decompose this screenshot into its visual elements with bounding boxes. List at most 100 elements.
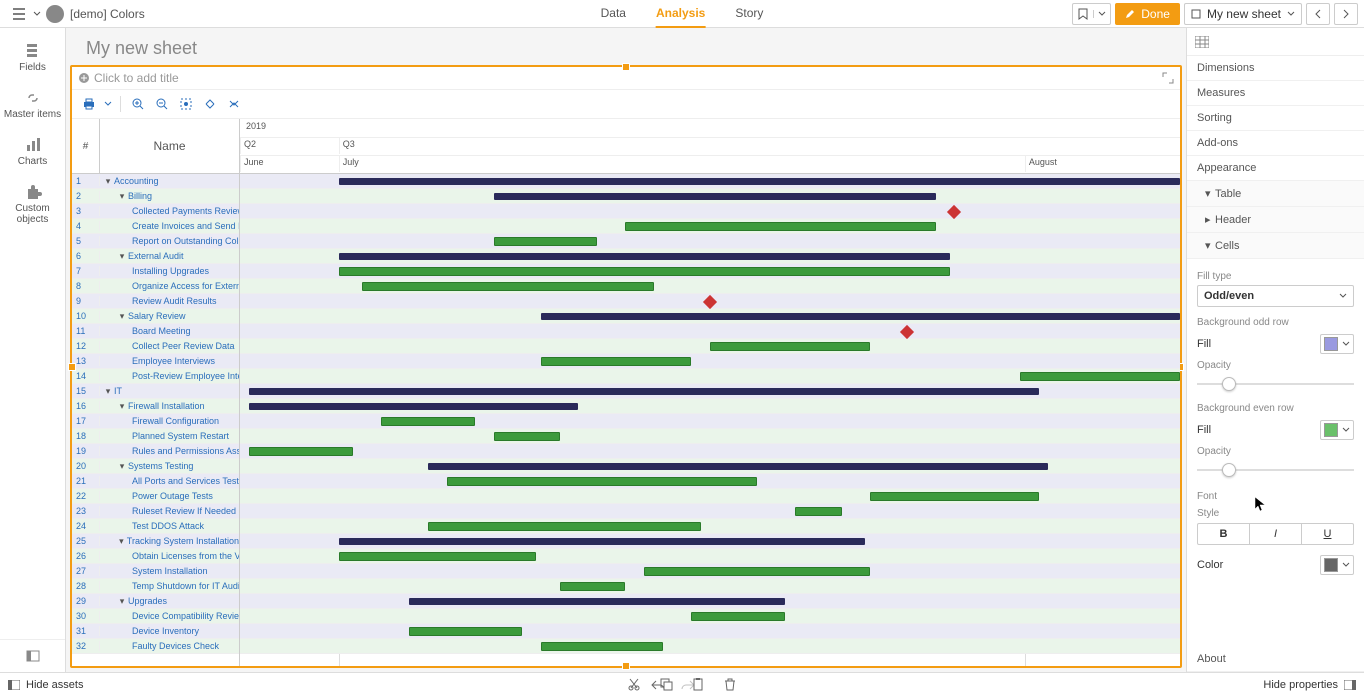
row-name[interactable]: Board Meeting: [100, 326, 239, 336]
table-row[interactable]: 1▾Accounting: [72, 174, 239, 189]
gantt-row[interactable]: [240, 264, 1180, 279]
row-name[interactable]: System Installation: [100, 566, 239, 576]
task-bar[interactable]: [362, 282, 653, 291]
table-row[interactable]: 22Power Outage Tests: [72, 489, 239, 504]
hide-assets-button[interactable]: Hide assets: [8, 679, 83, 691]
color-picker-even[interactable]: [1320, 420, 1354, 440]
row-name[interactable]: Rules and Permissions Assignment: [100, 446, 239, 456]
table-row[interactable]: 6▾External Audit: [72, 249, 239, 264]
row-name[interactable]: ▾Firewall Installation: [100, 401, 239, 412]
table-row[interactable]: 4Create Invoices and Send Dunning: [72, 219, 239, 234]
table-row[interactable]: 14Post-Review Employee Interviews: [72, 369, 239, 384]
task-bar[interactable]: [1020, 372, 1180, 381]
done-button[interactable]: Done: [1115, 3, 1180, 25]
next-sheet-button[interactable]: [1334, 3, 1358, 25]
table-row[interactable]: 20▾Systems Testing: [72, 459, 239, 474]
rail-custom-objects[interactable]: Custom objects: [0, 177, 65, 235]
gantt-row[interactable]: [240, 609, 1180, 624]
tree-toggle-icon[interactable]: ▾: [104, 386, 112, 397]
gantt-row[interactable]: [240, 444, 1180, 459]
collapse-all-button[interactable]: [223, 94, 245, 114]
gantt-row[interactable]: [240, 369, 1180, 384]
prev-sheet-button[interactable]: [1306, 3, 1330, 25]
table-row[interactable]: 13Employee Interviews: [72, 354, 239, 369]
table-row[interactable]: 26Obtain Licenses from the Vendor: [72, 549, 239, 564]
task-bar[interactable]: [447, 477, 757, 486]
table-row[interactable]: 29▾Upgrades: [72, 594, 239, 609]
gantt-row[interactable]: [240, 234, 1180, 249]
row-name[interactable]: ▾Tracking System Installation: [100, 536, 239, 547]
color-picker-font[interactable]: [1320, 555, 1354, 575]
row-name[interactable]: Post-Review Employee Interviews: [100, 371, 239, 381]
section-sorting[interactable]: Sorting: [1187, 106, 1364, 131]
underline-button[interactable]: U: [1302, 524, 1353, 544]
table-row[interactable]: 18Planned System Restart: [72, 429, 239, 444]
gantt-row[interactable]: [240, 624, 1180, 639]
table-row[interactable]: 10▾Salary Review: [72, 309, 239, 324]
table-row[interactable]: 5Report on Outstanding Collections: [72, 234, 239, 249]
table-row[interactable]: 31Device Inventory: [72, 624, 239, 639]
gantt-timeline[interactable]: 2019 Q2Q3 JuneJulyAugust: [240, 119, 1180, 666]
table-row[interactable]: 23Ruleset Review If Needed: [72, 504, 239, 519]
table-row[interactable]: 25▾Tracking System Installation: [72, 534, 239, 549]
section-measures[interactable]: Measures: [1187, 81, 1364, 106]
task-bar[interactable]: [541, 642, 663, 651]
section-dimensions[interactable]: Dimensions: [1187, 56, 1364, 81]
table-row[interactable]: 21All Ports and Services Testing: [72, 474, 239, 489]
slider-opacity-odd[interactable]: [1197, 375, 1354, 393]
copy-button[interactable]: [659, 677, 673, 691]
task-bar[interactable]: [541, 357, 691, 366]
row-name[interactable]: Device Inventory: [100, 626, 239, 636]
task-bar[interactable]: [710, 342, 870, 351]
row-name[interactable]: ▾Billing: [100, 191, 239, 202]
gantt-row[interactable]: [240, 594, 1180, 609]
tab-story[interactable]: Story: [735, 0, 763, 28]
row-name[interactable]: Test DDOS Attack: [100, 521, 239, 531]
cut-button[interactable]: [627, 677, 641, 691]
row-name[interactable]: Employee Interviews: [100, 356, 239, 366]
gantt-row[interactable]: [240, 204, 1180, 219]
table-mode-icon[interactable]: [1195, 36, 1209, 48]
menu-icon[interactable]: [7, 2, 31, 26]
gantt-row[interactable]: [240, 489, 1180, 504]
summary-bar[interactable]: [428, 463, 1048, 470]
gantt-row[interactable]: [240, 414, 1180, 429]
resize-handle-w[interactable]: [68, 363, 76, 371]
table-row[interactable]: 17Firewall Configuration: [72, 414, 239, 429]
rail-fields[interactable]: Fields: [0, 36, 65, 83]
gantt-row[interactable]: [240, 219, 1180, 234]
bold-button[interactable]: B: [1198, 524, 1250, 544]
task-bar[interactable]: [644, 567, 870, 576]
gantt-row[interactable]: [240, 309, 1180, 324]
row-name[interactable]: Installing Upgrades: [100, 266, 239, 276]
task-bar[interactable]: [381, 417, 475, 426]
row-name[interactable]: ▾Accounting: [100, 176, 239, 187]
table-row[interactable]: 15▾IT: [72, 384, 239, 399]
task-bar[interactable]: [339, 552, 536, 561]
summary-bar[interactable]: [339, 538, 865, 545]
rail-charts[interactable]: Charts: [0, 130, 65, 177]
gantt-row[interactable]: [240, 354, 1180, 369]
row-name[interactable]: Obtain Licenses from the Vendor: [100, 551, 239, 561]
gantt-row[interactable]: [240, 639, 1180, 654]
zoom-in-button[interactable]: [127, 94, 149, 114]
table-row[interactable]: 24Test DDOS Attack: [72, 519, 239, 534]
gantt-row[interactable]: [240, 564, 1180, 579]
tree-toggle-icon[interactable]: ▾: [118, 191, 126, 202]
rail-collapse-icon[interactable]: [21, 644, 45, 668]
row-name[interactable]: Ruleset Review If Needed: [100, 506, 239, 516]
slider-opacity-even[interactable]: [1197, 461, 1354, 479]
col-head-name[interactable]: Name: [100, 119, 239, 173]
section-addons[interactable]: Add-ons: [1187, 131, 1364, 156]
task-bar[interactable]: [494, 237, 597, 246]
row-name[interactable]: ▾External Audit: [100, 251, 239, 262]
tree-toggle-icon[interactable]: ▾: [118, 251, 126, 262]
col-head-number[interactable]: #: [72, 119, 100, 173]
row-name[interactable]: Firewall Configuration: [100, 416, 239, 426]
table-row[interactable]: 32Faulty Devices Check: [72, 639, 239, 654]
summary-bar[interactable]: [249, 403, 578, 410]
gantt-row[interactable]: [240, 519, 1180, 534]
table-row[interactable]: 27System Installation: [72, 564, 239, 579]
bookmark-button[interactable]: [1072, 3, 1111, 25]
gantt-visualization[interactable]: Click to add title # Name: [70, 65, 1182, 668]
